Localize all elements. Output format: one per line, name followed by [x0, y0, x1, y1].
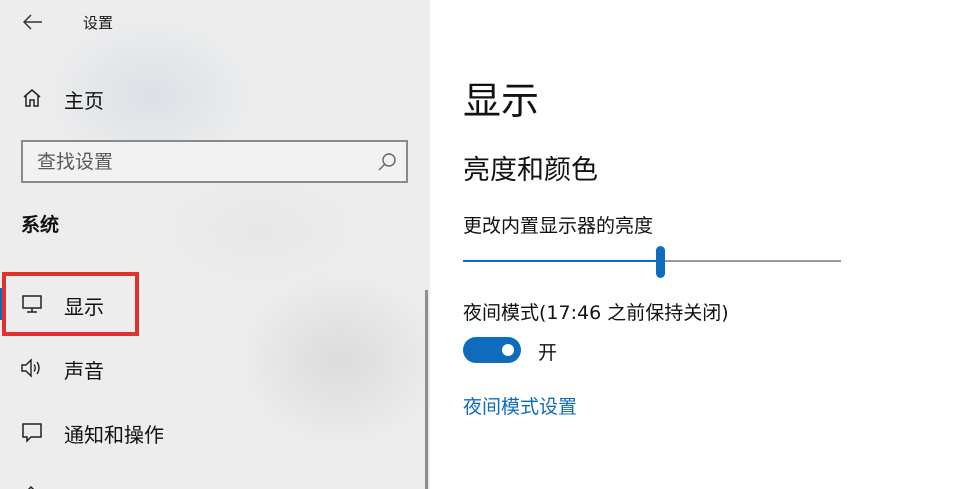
section-title: 系统	[21, 214, 60, 236]
toggle-knob	[502, 344, 514, 356]
sidebar-item-display[interactable]: 显示	[0, 282, 425, 326]
brightness-slider[interactable]	[463, 244, 841, 280]
app-title: 设置	[83, 14, 114, 32]
brightness-label: 更改内置显示器的亮度	[463, 215, 654, 237]
monitor-icon	[20, 292, 44, 316]
sidebar: 设置 主页 系统	[0, 0, 430, 489]
back-button[interactable]	[16, 8, 50, 36]
sidebar-item-label: 显示	[64, 295, 104, 319]
notification-icon	[20, 420, 44, 444]
settings-window: 设置 主页 系统	[0, 0, 972, 489]
toggle-state-label: 开	[538, 342, 558, 364]
home-icon	[20, 86, 44, 110]
brightness-group-title: 亮度和颜色	[463, 155, 598, 186]
title-bar: 设置	[0, 0, 430, 44]
focus-assist-icon	[20, 478, 44, 489]
selection-indicator	[0, 288, 5, 320]
sidebar-item-label: 通知和操作	[64, 423, 164, 447]
search-input[interactable]	[23, 142, 377, 181]
night-light-settings-link[interactable]: 夜间模式设置	[463, 392, 577, 419]
sidebar-scrollbar[interactable]	[425, 290, 428, 489]
search-icon[interactable]	[376, 151, 398, 173]
slider-fill	[463, 260, 660, 262]
sidebar-item-label: 主页	[64, 89, 104, 113]
sidebar-item-home[interactable]: 主页	[0, 78, 425, 118]
back-arrow-icon	[23, 14, 42, 30]
speaker-icon	[20, 356, 44, 380]
sidebar-item-partial[interactable]	[0, 474, 425, 489]
night-light-label: 夜间模式(17:46 之前保持关闭)	[463, 302, 729, 324]
search-box	[21, 140, 408, 183]
sidebar-item-label: 声音	[64, 359, 104, 383]
night-light-toggle[interactable]	[463, 337, 521, 363]
page-title: 显示	[463, 79, 540, 123]
sidebar-item-sound[interactable]: 声音	[0, 346, 425, 390]
sidebar-item-notifications[interactable]: 通知和操作	[0, 410, 425, 454]
slider-thumb[interactable]	[655, 246, 665, 278]
main-content: 显示 亮度和颜色 更改内置显示器的亮度 夜间模式(17:46 之前保持关闭) 开…	[430, 0, 972, 489]
